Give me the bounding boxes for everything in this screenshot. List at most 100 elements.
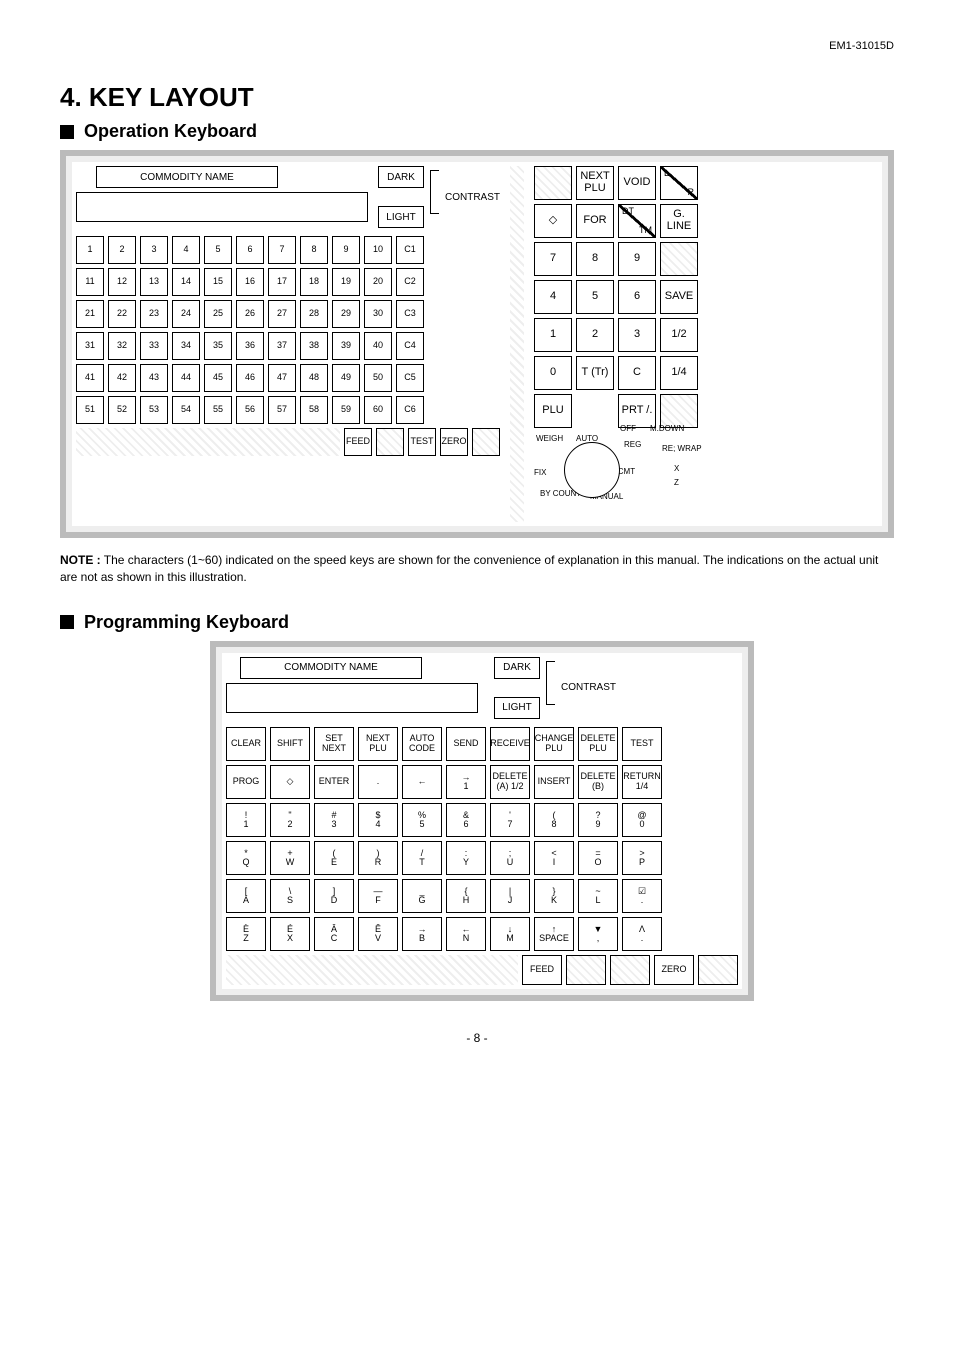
- function-key[interactable]: VOID: [618, 166, 656, 200]
- prog-key[interactable]: }K: [534, 879, 574, 913]
- speed-key[interactable]: 6: [236, 236, 264, 264]
- speed-key[interactable]: 15: [204, 268, 232, 296]
- feed-key[interactable]: FEED: [344, 428, 372, 456]
- speed-key[interactable]: 31: [76, 332, 104, 360]
- prog-key[interactable]: SEND: [446, 727, 486, 761]
- prog-key[interactable]: :Y: [446, 841, 486, 875]
- speed-key[interactable]: 56: [236, 396, 264, 424]
- prog-key[interactable]: _G: [402, 879, 442, 913]
- prog-key[interactable]: |J: [490, 879, 530, 913]
- speed-key[interactable]: 8: [300, 236, 328, 264]
- speed-key[interactable]: 59: [332, 396, 360, 424]
- prog-key[interactable]: DELETE (A) 1/2: [490, 765, 530, 799]
- function-key[interactable]: PLU: [534, 394, 572, 428]
- function-key[interactable]: SAVE: [660, 280, 698, 314]
- speed-key[interactable]: 40: [364, 332, 392, 360]
- prog-key[interactable]: (E: [314, 841, 354, 875]
- prog-key[interactable]: ↓M: [490, 917, 530, 951]
- speed-key[interactable]: 55: [204, 396, 232, 424]
- prog-key[interactable]: RECEIVE: [490, 727, 530, 761]
- prog-key[interactable]: ←N: [446, 917, 486, 951]
- speed-key[interactable]: 51: [76, 396, 104, 424]
- speed-key[interactable]: 57: [268, 396, 296, 424]
- speed-key[interactable]: C1: [396, 236, 424, 264]
- speed-key[interactable]: 21: [76, 300, 104, 328]
- speed-key[interactable]: C3: [396, 300, 424, 328]
- speed-key[interactable]: 47: [268, 364, 296, 392]
- speed-key[interactable]: 18: [300, 268, 328, 296]
- prog-key[interactable]: ▼,: [578, 917, 618, 951]
- prog-key[interactable]: !1: [226, 803, 266, 837]
- speed-key[interactable]: 22: [108, 300, 136, 328]
- prog-key[interactable]: ]D: [314, 879, 354, 913]
- prog-key[interactable]: →B: [402, 917, 442, 951]
- speed-key[interactable]: 24: [172, 300, 200, 328]
- speed-key[interactable]: 11: [76, 268, 104, 296]
- speed-key[interactable]: 2: [108, 236, 136, 264]
- function-key[interactable]: 7: [534, 242, 572, 276]
- prog-key[interactable]: →1: [446, 765, 486, 799]
- speed-key[interactable]: 23: [140, 300, 168, 328]
- speed-key[interactable]: 46: [236, 364, 264, 392]
- function-key[interactable]: 9: [618, 242, 656, 276]
- speed-key[interactable]: 27: [268, 300, 296, 328]
- prog-key[interactable]: ?9: [578, 803, 618, 837]
- speed-key[interactable]: 14: [172, 268, 200, 296]
- function-key[interactable]: 3: [618, 318, 656, 352]
- prog-key[interactable]: SHIFT: [270, 727, 310, 761]
- speed-key[interactable]: 25: [204, 300, 232, 328]
- speed-key[interactable]: 19: [332, 268, 360, 296]
- prog-key[interactable]: CLEAR: [226, 727, 266, 761]
- prog-key[interactable]: %5: [402, 803, 442, 837]
- speed-key[interactable]: 53: [140, 396, 168, 424]
- speed-key[interactable]: 44: [172, 364, 200, 392]
- speed-key[interactable]: 29: [332, 300, 360, 328]
- speed-key[interactable]: 9: [332, 236, 360, 264]
- prog-key[interactable]: AUTO CODE: [402, 727, 442, 761]
- speed-key[interactable]: 4: [172, 236, 200, 264]
- prog-key[interactable]: '7: [490, 803, 530, 837]
- function-key[interactable]: C: [618, 356, 656, 390]
- prog-key[interactable]: ←: [402, 765, 442, 799]
- function-key[interactable]: 8: [576, 242, 614, 276]
- prog-key[interactable]: NEXT PLU: [358, 727, 398, 761]
- prog-key[interactable]: RETURN 1/4: [622, 765, 662, 799]
- prog-key[interactable]: *Q: [226, 841, 266, 875]
- prog-key[interactable]: [A: [226, 879, 266, 913]
- speed-key[interactable]: 49: [332, 364, 360, 392]
- speed-key[interactable]: 10: [364, 236, 392, 264]
- function-key[interactable]: LR: [660, 166, 698, 200]
- speed-key[interactable]: 41: [76, 364, 104, 392]
- prog-key[interactable]: ↑SPACE: [534, 917, 574, 951]
- speed-key[interactable]: 16: [236, 268, 264, 296]
- speed-key[interactable]: 7: [268, 236, 296, 264]
- prog-key[interactable]: ◇: [270, 765, 310, 799]
- prog-key[interactable]: $4: [358, 803, 398, 837]
- speed-key[interactable]: C6: [396, 396, 424, 424]
- function-key[interactable]: G. LINE: [660, 204, 698, 238]
- prog-key[interactable]: ☑.: [622, 879, 662, 913]
- function-key[interactable]: ◇: [534, 204, 572, 238]
- speed-key[interactable]: 26: [236, 300, 264, 328]
- function-key[interactable]: T (Tr): [576, 356, 614, 390]
- speed-key[interactable]: C4: [396, 332, 424, 360]
- prog-key[interactable]: ENTER: [314, 765, 354, 799]
- speed-key[interactable]: 37: [268, 332, 296, 360]
- speed-key[interactable]: 32: [108, 332, 136, 360]
- speed-key[interactable]: 45: [204, 364, 232, 392]
- speed-key[interactable]: 12: [108, 268, 136, 296]
- speed-key[interactable]: 38: [300, 332, 328, 360]
- feed-key[interactable]: FEED: [522, 955, 562, 985]
- function-key[interactable]: PRT /.: [618, 394, 656, 428]
- prog-key[interactable]: SET NEXT: [314, 727, 354, 761]
- function-key[interactable]: 0: [534, 356, 572, 390]
- function-key[interactable]: 1: [534, 318, 572, 352]
- speed-key[interactable]: 48: [300, 364, 328, 392]
- speed-key[interactable]: 42: [108, 364, 136, 392]
- speed-key[interactable]: 30: [364, 300, 392, 328]
- function-key[interactable]: FOR: [576, 204, 614, 238]
- speed-key[interactable]: 35: [204, 332, 232, 360]
- function-key[interactable]: 6: [618, 280, 656, 314]
- speed-key[interactable]: 52: [108, 396, 136, 424]
- prog-key[interactable]: DELETE (B): [578, 765, 618, 799]
